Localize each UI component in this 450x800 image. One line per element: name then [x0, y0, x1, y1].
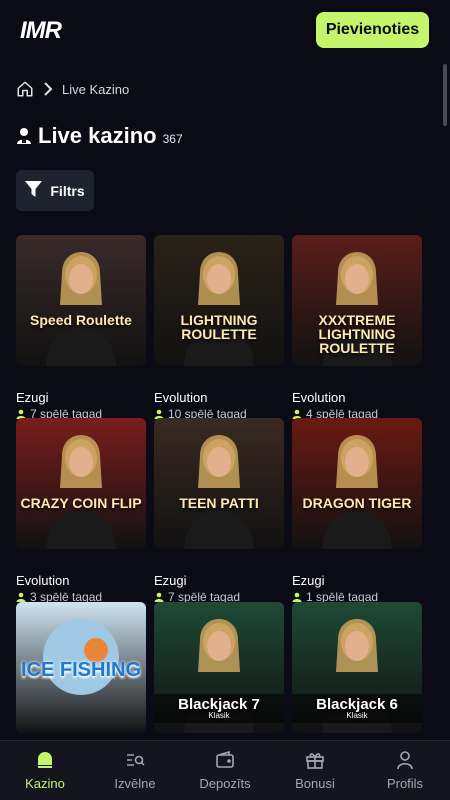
nav-item-bonusi[interactable]: Bonusi	[270, 741, 360, 800]
nav-label: Depozīts	[199, 776, 251, 791]
page-title: Live kazino	[38, 123, 157, 148]
game-title: TEEN PATTI	[179, 495, 259, 511]
game-thumbnail[interactable]: Blackjack 6 Klasik	[292, 602, 422, 733]
nav-label: Izvēlne	[114, 776, 156, 791]
nav-label: Bonusi	[295, 776, 335, 791]
dealer-image	[322, 435, 392, 549]
chevron-right-icon	[43, 82, 53, 96]
dealer-image	[46, 435, 116, 549]
game-card[interactable]: DRAGON TIGER Ezugi 1 spēlē tagad	[292, 418, 422, 604]
game-thumbnail[interactable]: Blackjack 7 Klasik	[154, 602, 284, 733]
game-thumbnail[interactable]: XXXTREME LIGHTNING ROULETTE	[292, 235, 422, 366]
breadcrumb: Live Kazino	[16, 79, 129, 99]
game-thumbnail[interactable]: DRAGON TIGER	[292, 418, 422, 549]
game-card[interactable]: ICE FISHING	[16, 602, 146, 733]
filter-label: Filtrs	[50, 182, 85, 199]
game-count: 367	[162, 132, 183, 146]
game-provider: Evolution	[292, 390, 346, 405]
game-provider: Evolution	[154, 390, 208, 405]
game-thumbnail[interactable]: Speed Roulette	[16, 235, 146, 366]
nav-item-depozits[interactable]: Depozīts	[180, 741, 270, 800]
scrollbar[interactable]	[443, 64, 447, 126]
gift-icon	[306, 753, 324, 769]
nav-item-profils[interactable]: Profils	[360, 741, 450, 800]
brand-logo[interactable]: IMR	[20, 17, 62, 45]
dealer-image	[46, 252, 116, 366]
game-title: Blackjack 6 Klasik	[292, 694, 422, 723]
game-title: ICE FISHING	[20, 659, 141, 681]
bottom-nav: Kazino Izvēlne Depozīts Bonusi Profils	[0, 740, 450, 800]
breadcrumb-current[interactable]: Live Kazino	[62, 82, 129, 97]
game-card[interactable]: Blackjack 7 Klasik	[154, 602, 284, 733]
filter-icon	[25, 181, 43, 200]
game-card[interactable]: Blackjack 6 Klasik	[292, 602, 422, 733]
game-subtitle: Klasik	[208, 711, 230, 720]
game-provider: Evolution	[16, 573, 70, 588]
game-card[interactable]: CRAZY COIN FLIP Evolution 3 spēlē tagad	[16, 418, 146, 604]
game-card[interactable]: Speed Roulette Ezugi 7 spēlē tagad	[16, 235, 146, 421]
game-title: Blackjack 7 Klasik	[154, 694, 284, 723]
top-header: IMR Pievienoties	[0, 0, 450, 60]
game-thumbnail[interactable]: LIGHTNING ROULETTE	[154, 235, 284, 366]
nav-label: Profils	[386, 776, 424, 791]
filter-button[interactable]: Filtrs	[16, 170, 94, 211]
game-title: LIGHTNING ROULETTE	[180, 312, 258, 342]
live-dealer-icon	[16, 127, 32, 145]
game-thumbnail[interactable]: TEEN PATTI	[154, 418, 284, 549]
game-title: XXXTREME LIGHTNING ROULETTE	[318, 312, 396, 356]
game-card[interactable]: LIGHTNING ROULETTE Evolution 10 spēlē taga…	[154, 235, 284, 421]
wallet-icon	[216, 750, 234, 768]
game-thumbnail[interactable]: ICE FISHING	[16, 602, 146, 733]
game-thumbnail[interactable]: CRAZY COIN FLIP	[16, 418, 146, 549]
nav-item-izvelne[interactable]: Izvēlne	[90, 741, 180, 800]
join-button[interactable]: Pievienoties	[316, 12, 429, 48]
game-title: Speed Roulette	[30, 312, 132, 328]
home-icon	[38, 752, 52, 768]
game-subtitle: Klasik	[346, 711, 368, 720]
game-provider: Ezugi	[292, 573, 325, 588]
game-title: CRAZY COIN FLIP	[20, 495, 142, 511]
game-title: DRAGON TIGER	[302, 495, 412, 511]
nav-item-kazino[interactable]: Kazino	[0, 741, 90, 800]
game-card[interactable]: TEEN PATTI Ezugi 7 spēlē tagad	[154, 418, 284, 604]
game-provider: Ezugi	[16, 390, 49, 405]
game-provider: Ezugi	[154, 573, 187, 588]
home-icon[interactable]	[16, 80, 34, 98]
nav-label: Kazino	[25, 776, 65, 791]
page-title-row: Live kazino 367	[16, 123, 183, 149]
dealer-image	[184, 252, 254, 366]
dealer-image	[184, 435, 254, 549]
game-card[interactable]: XXXTREME LIGHTNING ROULETTE Evolution 4 sp…	[292, 235, 422, 421]
user-icon	[397, 751, 413, 770]
menu-search-icon	[127, 754, 145, 766]
